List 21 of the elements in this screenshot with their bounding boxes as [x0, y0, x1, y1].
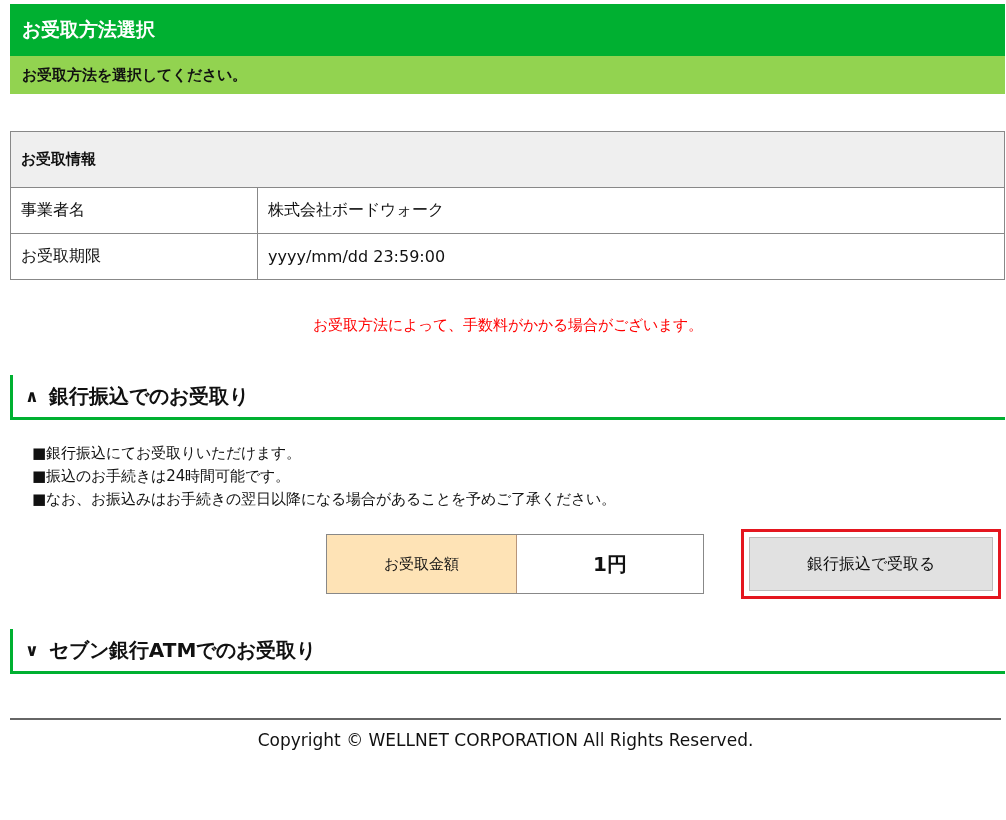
section-title: 銀行振込でのお受取り — [48, 382, 249, 410]
info-line: ■銀行振込にてお受取りいただけます。 — [32, 444, 303, 463]
table-cell: お受取期限 — [10, 233, 258, 280]
amount-value: 1円 — [592, 550, 628, 578]
section-title: セブン銀行ATMでのお受取り — [48, 636, 317, 664]
table-cell: 株式会社ボードウォーク — [257, 187, 1005, 234]
amount-label: お受取金額 — [327, 535, 517, 593]
toggle-icon: ∨ — [25, 640, 39, 660]
instruction-text: お受取方法を選択してください。 — [10, 56, 1005, 94]
receive-button[interactable]: 銀行振込で受取る — [749, 537, 993, 591]
section-header[interactable]: ∧ 銀行振込でのお受取り — [10, 375, 1005, 420]
table-cell: 事業者名 — [10, 187, 258, 234]
toggle-icon: ∧ — [25, 386, 39, 406]
copyright-text: Copyright © WELLNET CORPORATION All Rights Reserved. — [257, 730, 754, 750]
info-line: ■振込のお手続きは24時間可能です。 — [32, 467, 292, 486]
table-header-cell: お受取情報 — [10, 131, 1005, 188]
page-title: お受取方法選択 — [22, 17, 155, 42]
info-line: ■なお、お振込みはお手続きの翌日以降になる場合があることを予めご了承ください。 — [32, 490, 618, 509]
table-cell: yyyy/mm/dd 23:59:00 — [257, 233, 1005, 280]
fee-notice: お受取方法によって、手数料がかかる場合がございます。 — [312, 316, 703, 334]
section-header[interactable]: ∨ セブン銀行ATMでのお受取り — [10, 629, 1005, 674]
